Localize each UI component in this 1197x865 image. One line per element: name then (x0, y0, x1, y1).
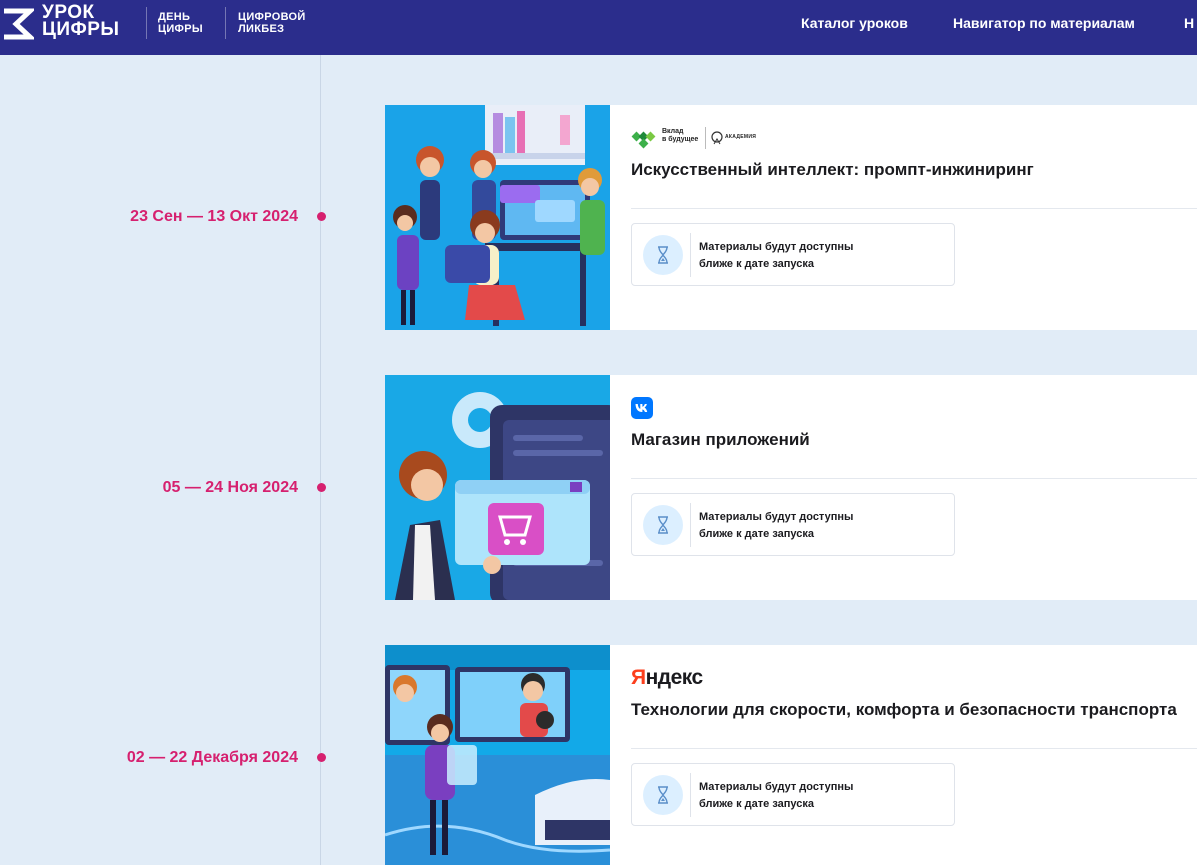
notice-text: Материалы будут доступны ближе к дате за… (699, 779, 949, 813)
lesson-illustration (385, 375, 610, 600)
yandex-logo-first: Я (631, 666, 646, 689)
lesson-illustration (385, 645, 610, 865)
lesson-date: 23 Сен — 13 Окт 2024 (130, 208, 298, 225)
lesson-title[interactable]: Технологии для скорости, комфорта и безо… (631, 700, 1177, 720)
partner-name-line-2: в будущее (662, 136, 699, 143)
timeline-line (320, 55, 321, 865)
lesson-date: 02 — 22 Декабря 2024 (126, 749, 298, 766)
logo-divider (146, 7, 147, 39)
den-cifry-line-1: ДЕНЬ (158, 11, 191, 23)
notice-line-2: ближе к дате запуска (699, 798, 814, 810)
timeline-dot (317, 483, 326, 492)
availability-notice: Материалы будут доступны ближе к дате за… (631, 223, 955, 286)
lesson-title[interactable]: Искусственный интеллект: промпт-инжинири… (631, 160, 1034, 180)
timeline-dot (317, 212, 326, 221)
lesson-date: 05 — 24 Ноя 2024 (162, 479, 298, 496)
nav-navigator[interactable]: Навигатор по материалам (953, 15, 1135, 31)
academy-label: АКАДЕМИЯ (725, 134, 757, 140)
link-den-cifry[interactable]: ДЕНЬ ЦИФРЫ (158, 11, 203, 35)
partner-name-line-1: Вклад (662, 128, 684, 135)
card-divider (631, 208, 1197, 209)
logo-text: УРОК ЦИФРЫ (42, 3, 120, 40)
notice-line-2: ближе к дате запуска (699, 258, 814, 270)
timeline-dot (317, 753, 326, 762)
card-divider (631, 748, 1197, 749)
top-header: УРОК ЦИФРЫ ДЕНЬ ЦИФРЫ ЦИФРОВОЙ ЛИКБЕЗ Ка… (0, 0, 1197, 55)
likbez-line-1: ЦИФРОВОЙ (238, 11, 306, 23)
hourglass-icon (643, 235, 683, 275)
link-cifrovoy-likbez[interactable]: ЦИФРОВОЙ ЛИКБЕЗ (238, 11, 306, 35)
availability-notice: Материалы будут доступны ближе к дате за… (631, 493, 955, 556)
notice-line-2: ближе к дате запуска (699, 528, 814, 540)
notice-text: Материалы будут доступны ближе к дате за… (699, 509, 949, 543)
availability-notice: Материалы будут доступны ближе к дате за… (631, 763, 955, 826)
logo-divider (225, 7, 226, 39)
notice-line-1: Материалы будут доступны (699, 241, 854, 253)
lesson-illustration (385, 105, 610, 330)
likbez-line-2: ЛИКБЕЗ (238, 23, 285, 35)
lesson-card[interactable]: Яндекс Технологии для скорости, комфорта… (385, 645, 1197, 865)
nav-catalog[interactable]: Каталог уроков (801, 15, 908, 31)
vk-logo-icon (631, 397, 653, 419)
notice-divider (690, 503, 691, 547)
partner-logo (631, 397, 653, 419)
lesson-title[interactable]: Магазин приложений (631, 430, 810, 450)
nav-item-cut[interactable]: Н (1184, 15, 1194, 31)
den-cifry-line-2: ЦИФРЫ (158, 23, 203, 35)
notice-line-1: Материалы будут доступны (699, 511, 854, 523)
logo-line-2: ЦИФРЫ (42, 19, 120, 40)
vklad-v-budushchee-icon (631, 131, 656, 149)
lesson-card[interactable]: Вклад в будущее АКАДЕМИЯ Искусственный и… (385, 105, 1197, 330)
lesson-card[interactable]: Магазин приложений Материалы будут досту… (385, 375, 1197, 600)
partner-logo: Яндекс (631, 667, 703, 689)
notice-text: Материалы будут доступны ближе к дате за… (699, 239, 949, 273)
notice-divider (690, 773, 691, 817)
notice-divider (690, 233, 691, 277)
partner-divider (705, 127, 706, 149)
card-divider (631, 478, 1197, 479)
logo-mark-icon (4, 8, 34, 40)
notice-line-1: Материалы будут доступны (699, 781, 854, 793)
hourglass-icon (643, 775, 683, 815)
hourglass-icon (643, 505, 683, 545)
academy-icon (711, 131, 723, 145)
yandex-logo-icon: Яндекс (631, 667, 703, 689)
yandex-logo-rest: ндекс (645, 666, 704, 689)
